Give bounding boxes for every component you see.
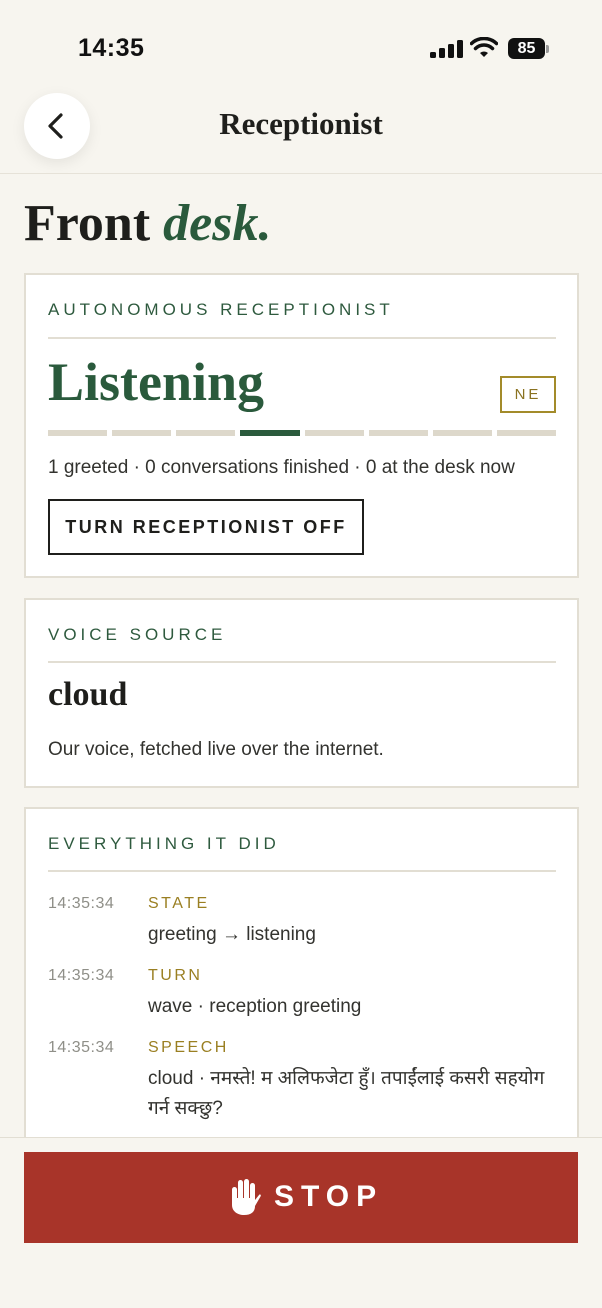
divider xyxy=(48,870,556,872)
progress-segment xyxy=(304,430,364,436)
log-entry-kind: STATE xyxy=(148,895,210,912)
status-time: 14:35 xyxy=(78,34,145,62)
log-entry-text: cloud · नमस्ते! म अलिफजेटा हुँ। तपाईंलाई… xyxy=(148,1068,545,1119)
activity-log-card: EVERYTHING IT DID 14:35:34 STATE greetin… xyxy=(24,807,579,1147)
progress-segment xyxy=(496,430,556,436)
log-entry-kind: TURN xyxy=(148,967,203,984)
log-entry-kind: SPEECH xyxy=(148,1039,229,1056)
voice-source-value: cloud xyxy=(48,676,128,713)
battery-level: 85 xyxy=(508,38,545,59)
divider xyxy=(48,661,556,663)
state-progress-segments xyxy=(48,430,556,436)
log-entry-time: 14:35:34 xyxy=(48,895,115,912)
progress-segment xyxy=(240,430,300,436)
stop-button-label: STOP xyxy=(274,1180,384,1213)
nav-header: Receptionist xyxy=(0,92,602,174)
turn-receptionist-off-button[interactable]: TURN RECEPTIONIST OFF xyxy=(48,499,364,555)
page-title-accent: desk. xyxy=(163,195,272,252)
receptionist-state: Listening xyxy=(48,352,265,412)
divider xyxy=(48,337,556,339)
progress-segment xyxy=(432,430,492,436)
receptionist-card: AUTONOMOUS RECEPTIONIST Listening NE 1 g… xyxy=(24,273,579,578)
receptionist-stats: 1 greeted · 0 conversations finished · 0… xyxy=(48,457,515,478)
bottom-bar: STOP xyxy=(0,1137,602,1308)
back-button[interactable] xyxy=(24,93,90,159)
status-icons: 85 xyxy=(430,36,552,62)
voice-source-description: Our voice, fetched live over the interne… xyxy=(48,739,384,760)
receptionist-card-label: AUTONOMOUS RECEPTIONIST xyxy=(48,300,394,319)
chevron-left-icon xyxy=(48,113,63,139)
log-entry-time: 14:35:34 xyxy=(48,967,115,984)
progress-segment xyxy=(112,430,172,436)
hand-icon xyxy=(232,1179,261,1215)
status-bar: 14:35 85 xyxy=(0,0,602,92)
wifi-icon xyxy=(470,37,498,57)
status-badge: NE xyxy=(500,376,556,413)
progress-segment xyxy=(48,430,108,436)
progress-segment xyxy=(176,430,236,436)
voice-source-label: VOICE SOURCE xyxy=(48,625,227,644)
voice-source-card: VOICE SOURCE cloud Our voice, fetched li… xyxy=(24,598,579,788)
log-entry-text: wave · reception greeting xyxy=(148,996,362,1017)
page-title: Front desk. xyxy=(24,194,271,253)
activity-log-label: EVERYTHING IT DID xyxy=(48,834,280,853)
log-entry-text: greeting → listening xyxy=(148,924,316,945)
cellular-signal-icon xyxy=(430,40,463,58)
log-entry-time: 14:35:34 xyxy=(48,1039,115,1056)
header-title: Receptionist xyxy=(219,106,383,141)
page-title-main: Front xyxy=(24,195,151,252)
progress-segment xyxy=(368,430,428,436)
stop-button[interactable]: STOP xyxy=(24,1152,578,1243)
battery-icon: 85 xyxy=(508,38,550,60)
